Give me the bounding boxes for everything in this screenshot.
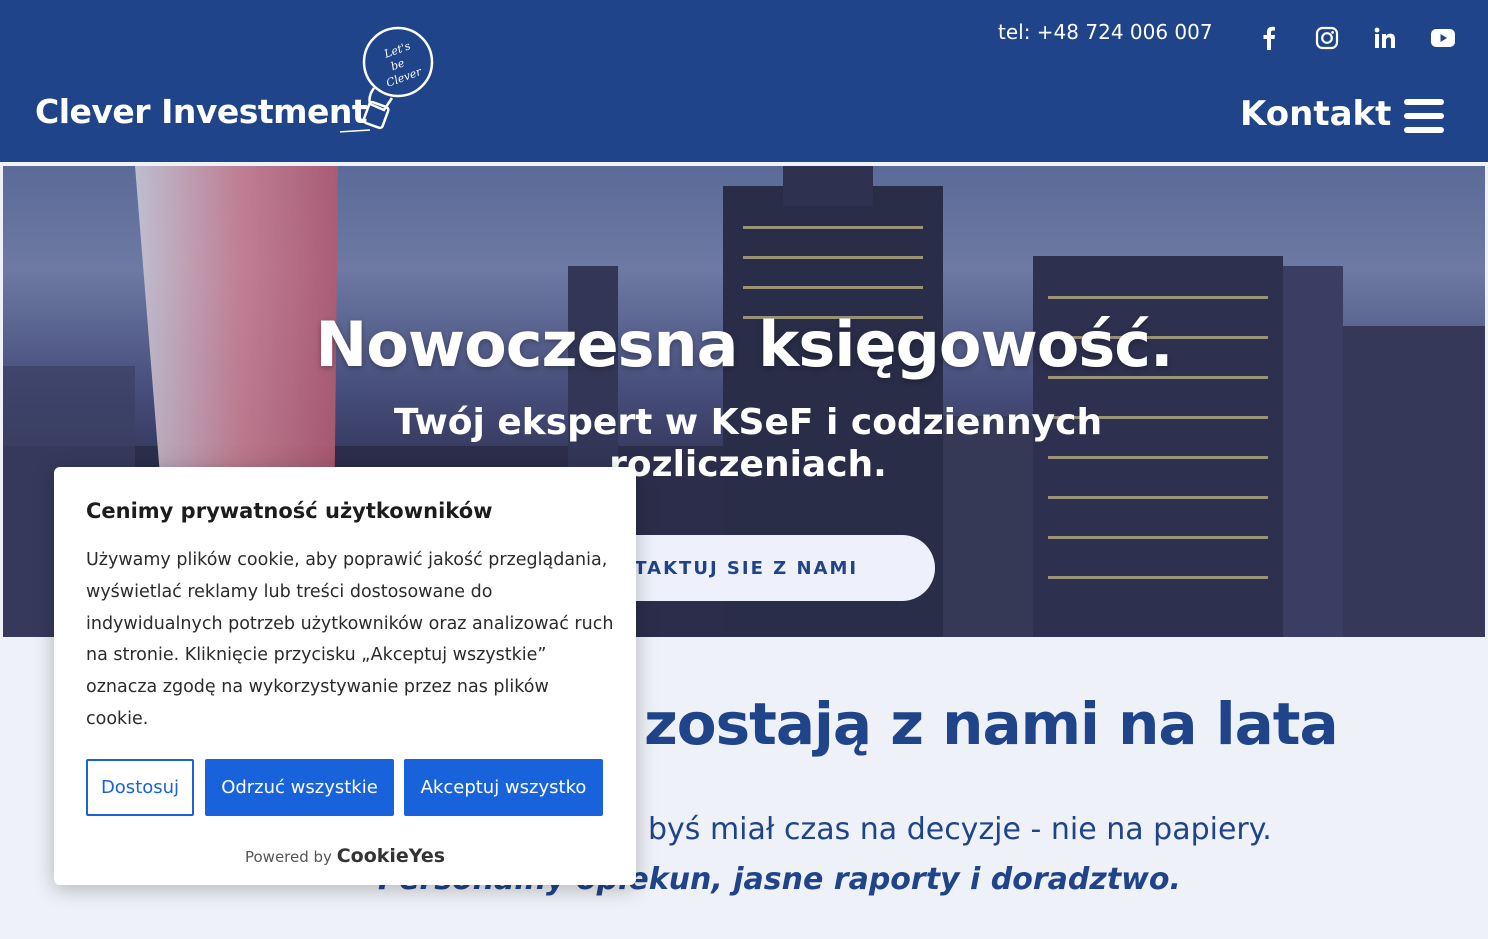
hero-title: Nowoczesna księgowość. [315,308,1173,381]
customize-button[interactable]: Dostosuj [86,759,194,816]
hamburger-menu-icon[interactable] [1404,99,1444,133]
kontakt-menu-link[interactable]: Kontakt [1240,94,1391,134]
section-text: byś miał czas na decyzje - nie na papier… [648,812,1272,847]
cookie-description: Używamy plików cookie, aby poprawić jako… [86,550,614,729]
accept-all-button[interactable]: Akceptuj wszystko [404,759,603,816]
logo-text[interactable]: Clever Investment [35,92,368,131]
youtube-icon[interactable] [1428,24,1458,52]
lightbulb-logo-icon[interactable]: Let's be Clever [340,26,436,146]
powered-by-label: Powered by [244,848,332,866]
section-heading: zostają z nami na lata [644,690,1339,758]
cookie-consent-dialog: Cenimy prywatność użytkowników Używamy p… [54,467,636,885]
cookie-title: Cenimy prywatność użytkowników [86,499,493,523]
powered-by: Powered by CookieYes [54,845,636,867]
reject-all-button[interactable]: Odrzuć wszystkie [205,759,394,816]
phone-number[interactable]: tel: +48 724 006 007 [998,20,1213,44]
instagram-icon[interactable] [1312,24,1342,52]
linkedin-icon[interactable] [1370,24,1400,52]
cookieyes-logo[interactable]: CookieYes [337,845,445,867]
facebook-icon[interactable] [1254,24,1284,52]
site-header: Clever Investment Let's be Clever tel: +… [0,0,1488,162]
